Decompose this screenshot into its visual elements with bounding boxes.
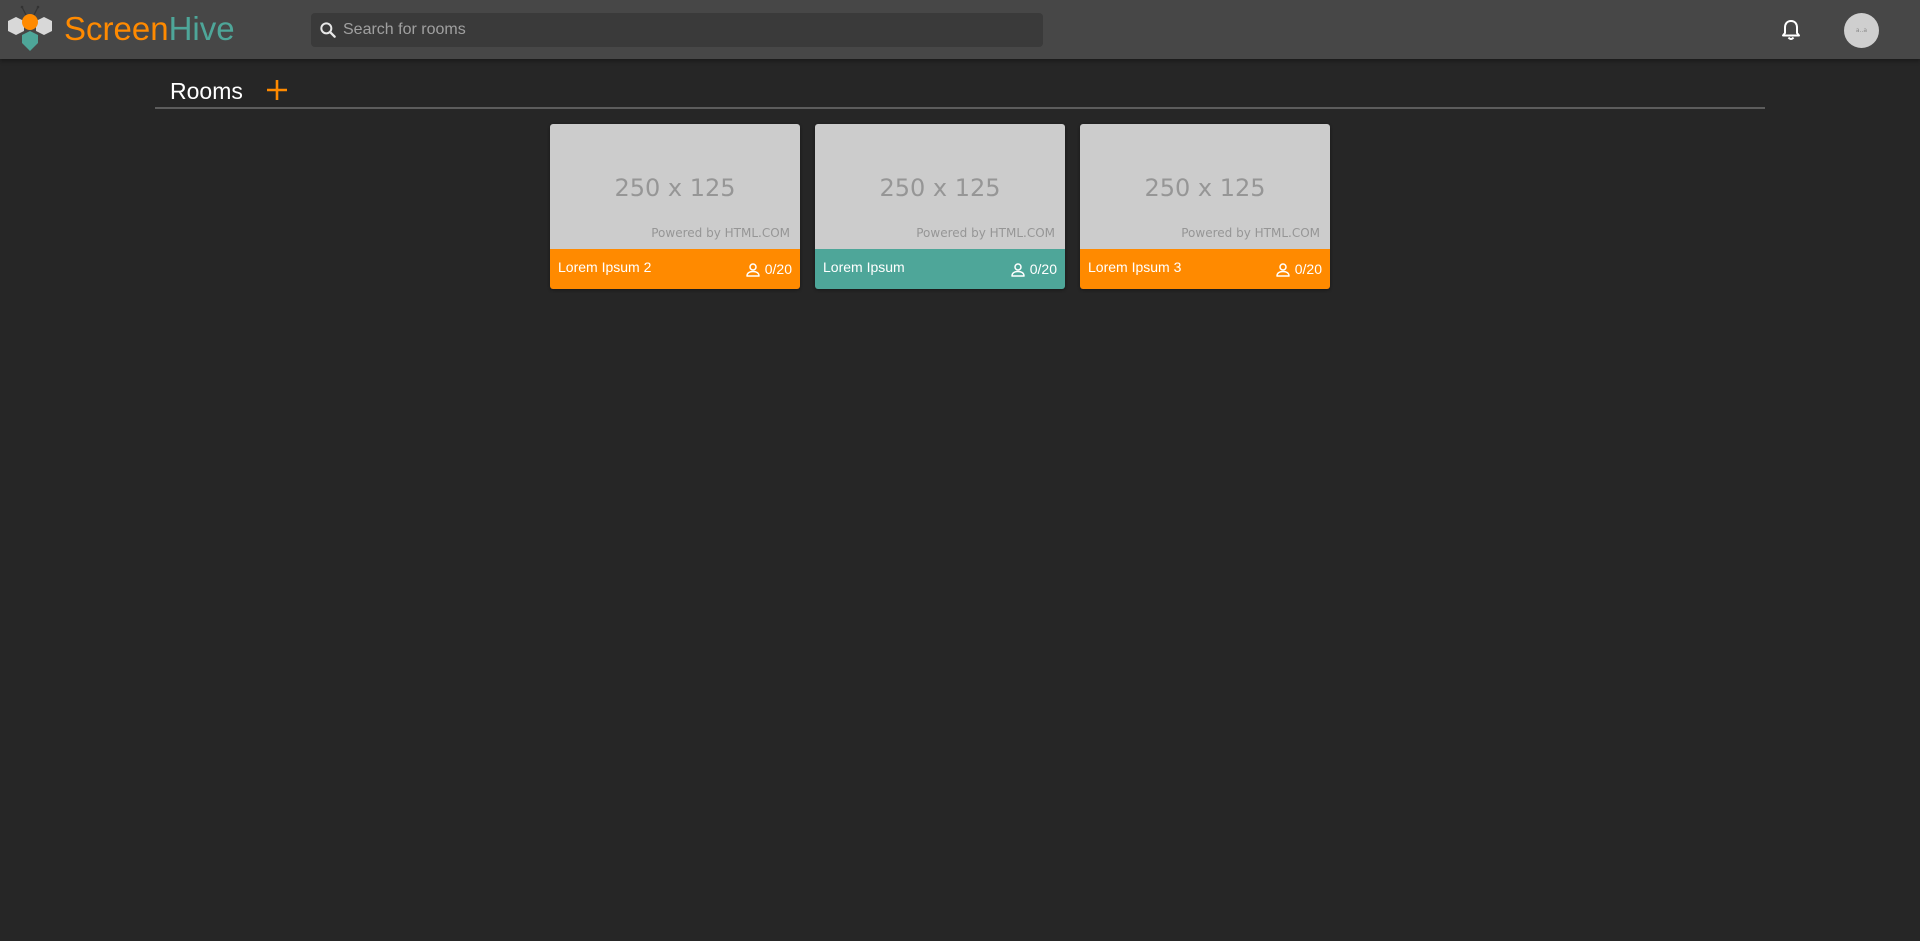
room-thumbnail: 250 x 125 Powered by HTML.COM [815,124,1065,249]
bee-logo-icon [8,5,52,51]
thumbnail-size-text: 250 x 125 [614,174,736,202]
occupancy-count: 0/20 [764,261,792,277]
bell-icon[interactable] [1780,18,1802,42]
occupancy-count: 0/20 [1294,261,1322,277]
user-avatar[interactable]: a..a [1844,13,1879,48]
thumbnail-size-text: 250 x 125 [879,174,1001,202]
room-list: 250 x 125 Powered by HTML.COM Lorem Ipsu… [550,124,1330,289]
plus-icon[interactable] [265,78,289,102]
avatar-text: a..a [1855,27,1868,34]
room-name: Lorem Ipsum 3 [1088,259,1182,275]
search-icon [320,22,336,38]
room-card-footer: Lorem Ipsum 2 0/20 [550,249,800,289]
thumbnail-credit: Powered by HTML.COM [916,226,1055,240]
person-icon [1011,263,1025,277]
room-card-footer: Lorem Ipsum 3 0/20 [1080,249,1330,289]
app-name: ScreenHive [64,5,235,53]
room-name: Lorem Ipsum [823,259,905,275]
thumbnail-credit: Powered by HTML.COM [651,226,790,240]
person-icon [746,263,760,277]
room-thumbnail: 250 x 125 Powered by HTML.COM [550,124,800,249]
room-occupancy: 0/20 [744,259,792,279]
occupancy-count: 0/20 [1029,261,1057,277]
app-logo[interactable]: ScreenHive [6,5,235,53]
room-thumbnail: 250 x 125 Powered by HTML.COM [1080,124,1330,249]
app-name-part1: Screen [64,10,169,47]
person-icon [1276,263,1290,277]
room-name: Lorem Ipsum 2 [558,259,652,275]
room-occupancy: 0/20 [1274,259,1322,279]
search-bar [311,13,1043,47]
room-occupancy: 0/20 [1009,259,1057,279]
room-card[interactable]: 250 x 125 Powered by HTML.COM Lorem Ipsu… [550,124,800,289]
room-card[interactable]: 250 x 125 Powered by HTML.COM Lorem Ipsu… [1080,124,1330,289]
thumbnail-credit: Powered by HTML.COM [1181,226,1320,240]
thumbnail-size-text: 250 x 125 [1144,174,1266,202]
room-card[interactable]: 250 x 125 Powered by HTML.COM Lorem Ipsu… [815,124,1065,289]
page-title: Rooms [170,78,243,104]
top-app-bar: ScreenHive a..a [0,0,1920,59]
room-card-footer: Lorem Ipsum 0/20 [815,249,1065,289]
app-name-part2: Hive [168,10,235,47]
search-input[interactable] [343,13,1033,47]
rooms-section-header: Rooms [155,70,1765,109]
